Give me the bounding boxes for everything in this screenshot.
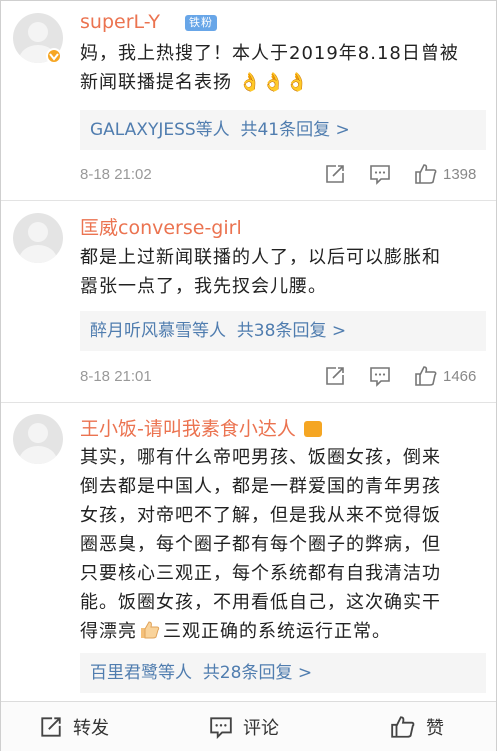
like-count: 1466 [443,368,477,385]
like-count: 1398 [443,166,477,183]
reply-count-link[interactable]: 共41条回复 > [240,120,349,140]
comment-text: 其实，哪有什么帝吧男孩、饭圈女孩，倒来 倒去都是中国人，都是一群爱国的青年男孩 … [80,443,480,646]
comment-meta: 8-18 21:02 1398 [80,163,490,187]
comment-text-line: 倒去都是中国人，都是一群爱国的青年男孩 [80,476,441,497]
reply-users: GALAXYJESS等人 [90,120,230,140]
username[interactable]: 匡威converse-girl [80,213,242,240]
repost-icon [41,717,61,737]
fan-badge: 铁粉 [185,15,217,31]
comment-text-line: 女孩，对帝吧不了解，但是我从来不觉得饭 [80,505,441,526]
vip-crown-icon [303,421,322,437]
comment-text-line: 嚣张一点了，我先扠会儿腰。 [80,276,327,297]
reply-count-link[interactable]: 共28条回复 > [203,663,312,683]
bottom-action-bar: 转发 评论 赞 [1,701,496,751]
comment-text: 都是上过新闻联播的人了，以后可以膨胀和 嚣张一点了，我先扠会儿腰。 [80,243,480,301]
repost-icon[interactable] [324,365,346,389]
divider [1,402,496,403]
comment-icon[interactable] [369,365,391,389]
comment-text-line: 都是上过新闻联播的人了，以后可以膨胀和 [80,247,441,268]
avatar[interactable] [13,414,63,464]
comment-text-tail: 三观正确的系统运行正常。 [163,621,391,642]
reply-summary[interactable]: 百里君鹭等人 共28条回复 > [80,653,486,693]
username[interactable]: superL-Y [80,11,160,33]
reply-users: 百里君鹭等人 [90,663,192,683]
reply-count-link[interactable]: 共38条回复 > [237,321,346,341]
comment-text-line: 圈恶臭，每个圈子都有每个圈子的弊病，但 [80,534,441,555]
timestamp: 8-18 21:02 [80,166,152,183]
timestamp: 8-18 21:01 [80,368,152,385]
repost-label: 转发 [73,718,109,739]
divider [1,200,496,201]
avatar[interactable] [13,213,63,263]
verified-badge-icon [46,48,62,64]
thumbs-up-emoji-icon [139,620,161,640]
comment-text-line: 妈，我上热搜了！本人于2019年8.18日曾被 [80,43,459,64]
repost-icon[interactable] [324,163,346,187]
comment-text-line: 只要核心三观正，每个系统都有自我清洁功 [80,563,441,584]
like-label: 赞 [426,718,444,739]
comment-text: 妈，我上热搜了！本人于2019年8.18日曾被 新闻联播提名表扬 👌👌👌 [80,39,480,97]
like-button[interactable]: 赞 [390,702,444,751]
comment-text-line: 能。饭圈女孩，不用看低自己，这次确实干 [80,592,441,613]
like-icon[interactable] [414,365,438,389]
comment-icon [210,717,232,739]
username-text[interactable]: 王小饭-请叫我素食小达人 [80,418,296,440]
reply-summary[interactable]: GALAXYJESS等人 共41条回复 > [80,110,486,150]
comment-button[interactable]: 评论 [209,702,279,751]
reply-summary[interactable]: 醉月听风慕雪等人 共38条回复 > [80,311,486,351]
comment-label: 评论 [243,718,279,739]
comment-meta: 8-18 21:01 1466 [80,365,490,389]
like-icon[interactable] [414,163,438,187]
repost-button[interactable]: 转发 [39,702,109,751]
comment-icon[interactable] [369,163,391,187]
comment-text-line: 新闻联播提名表扬 [80,72,232,93]
comment-text-line: 其实，哪有什么帝吧男孩、饭圈女孩，倒来 [80,447,441,468]
reply-users: 醉月听风慕雪等人 [90,321,226,341]
like-icon [391,716,415,738]
username[interactable]: 王小饭-请叫我素食小达人 [80,414,322,441]
ok-hand-emoji-icon: 👌👌👌 [238,72,309,93]
comment-text-line: 得漂亮 [80,621,137,642]
